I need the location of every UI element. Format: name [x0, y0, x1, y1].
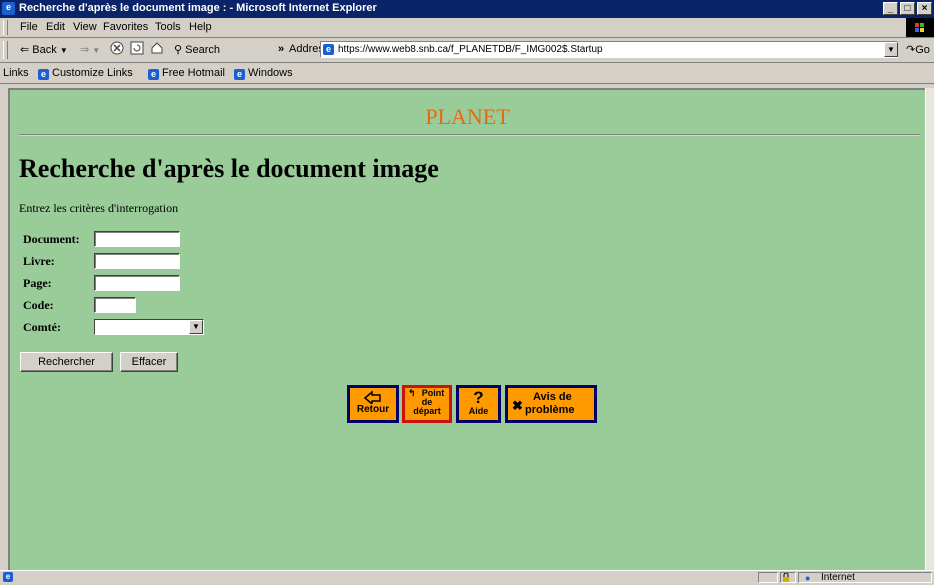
link-free-hotmail[interactable]: e Free Hotmail	[148, 67, 225, 80]
status-panel	[758, 572, 778, 583]
site-brand: PLANET	[425, 104, 510, 129]
maximize-button[interactable]: □	[900, 2, 915, 15]
toolbar-chevron[interactable]: »	[278, 43, 284, 55]
comte-select[interactable]: ▼	[94, 319, 204, 335]
link-label: Customize Links	[52, 67, 133, 79]
link-label: Free Hotmail	[162, 67, 225, 79]
question-mark-icon: ?	[473, 388, 484, 407]
divider	[19, 134, 920, 136]
menu-file[interactable]: File	[20, 21, 38, 33]
point-de-depart-button[interactable]: ↰ Point de départ	[402, 385, 452, 423]
address-field[interactable]: e https://www.web8.snb.ca/f_PLANETDB/F_I…	[320, 41, 898, 58]
zone-label: Internet	[821, 572, 855, 583]
home-icon[interactable]	[150, 41, 164, 58]
label-document: Document:	[23, 232, 80, 246]
standard-toolbar: ⇐ Back ▼ ⇒ ▼ ⚲ Search » Address e https:…	[0, 38, 934, 63]
stop-icon[interactable]	[110, 41, 124, 58]
menu-bar: File Edit View Favorites Tools Help	[0, 18, 934, 38]
back-arrow-icon	[363, 390, 381, 404]
back-dropdown-icon[interactable]: ▼	[60, 46, 68, 55]
page-content: PLANET Recherche d'après le document ima…	[8, 88, 925, 570]
link-label: Windows	[248, 67, 293, 79]
effacer-button[interactable]: Effacer	[120, 352, 178, 372]
point-label: Point	[421, 388, 445, 398]
menu-view[interactable]: View	[73, 21, 97, 33]
go-arrow-icon: ↷	[906, 44, 916, 56]
page-input[interactable]	[94, 275, 180, 291]
search-button[interactable]: ⚲ Search	[174, 43, 220, 56]
links-label: Links	[3, 67, 29, 79]
window-title: Recherche d'après le document image : - …	[19, 2, 377, 14]
rechercher-button[interactable]: Rechercher	[20, 352, 113, 372]
instructions: Entrez les critères d'interrogation	[19, 201, 179, 215]
menu-tools[interactable]: Tools	[155, 21, 181, 33]
back-label: Back	[32, 44, 57, 56]
links-bar: Links e Customize Links e Free Hotmail e Wi…	[0, 63, 934, 84]
menu-help[interactable]: Help	[189, 21, 212, 33]
chevron-down-icon[interactable]: ▼	[189, 320, 203, 334]
close-button[interactable]: ×	[917, 2, 932, 15]
retour-button[interactable]: Retour	[347, 385, 399, 423]
search-label: Search	[185, 44, 220, 56]
cross-icon: ✖	[512, 398, 523, 413]
go-button[interactable]: ↷Go	[906, 43, 930, 56]
label-page: Page:	[23, 276, 52, 290]
address-url: https://www.web8.snb.ca/f_PLANETDB/F_IMG…	[338, 44, 603, 55]
retour-label: Retour	[356, 404, 390, 415]
code-input[interactable]	[94, 297, 136, 313]
label-livre: Livre:	[23, 254, 55, 268]
start-point-icon: ↰	[408, 388, 416, 398]
vertical-scrollbar[interactable]	[925, 88, 934, 570]
forward-button[interactable]: ⇒ ▼	[80, 43, 100, 56]
back-button[interactable]: ⇐ Back ▼	[20, 43, 68, 56]
menu-favorites[interactable]: Favorites	[103, 21, 148, 33]
probleme-label: problème	[525, 404, 575, 416]
label-code: Code:	[23, 298, 54, 312]
toolbar-grip	[3, 41, 8, 59]
windows-logo-icon	[906, 18, 934, 37]
ie-link-icon: e	[148, 69, 159, 80]
status-page-icon: e	[3, 572, 13, 582]
back-arrow-icon: ⇐	[20, 44, 30, 56]
address-dropdown[interactable]: ▼	[884, 42, 898, 57]
ie-link-icon: e	[38, 69, 49, 80]
livre-input[interactable]	[94, 253, 180, 269]
avis-label: Avis de	[533, 391, 572, 403]
search-icon: ⚲	[174, 44, 183, 56]
aide-label: Aide	[468, 406, 489, 416]
page-icon: e	[323, 44, 334, 55]
lock-icon	[780, 572, 796, 583]
title-bar: e Recherche d'après le document image : …	[0, 0, 934, 18]
label-comte: Comté:	[23, 320, 61, 334]
ie-window-icon: e	[2, 2, 15, 15]
status-bar: e ● Internet	[0, 570, 934, 583]
link-windows[interactable]: e Windows	[234, 67, 293, 80]
aide-button[interactable]: ? Aide	[456, 385, 501, 423]
page-heading: Recherche d'après le document image	[19, 154, 439, 183]
depart-label: départ	[413, 406, 441, 416]
link-customize-links[interactable]: e Customize Links	[38, 67, 133, 80]
ie-link-icon: e	[234, 69, 245, 80]
avis-de-probleme-button[interactable]: ✖ Avis de problème	[505, 385, 597, 423]
menubar-grip	[3, 20, 8, 35]
minimize-button[interactable]: _	[883, 2, 898, 15]
menu-edit[interactable]: Edit	[46, 21, 65, 33]
refresh-icon[interactable]	[130, 41, 144, 58]
go-label: Go	[915, 44, 930, 56]
document-input[interactable]	[94, 231, 180, 247]
zone-panel: ● Internet	[798, 572, 932, 583]
